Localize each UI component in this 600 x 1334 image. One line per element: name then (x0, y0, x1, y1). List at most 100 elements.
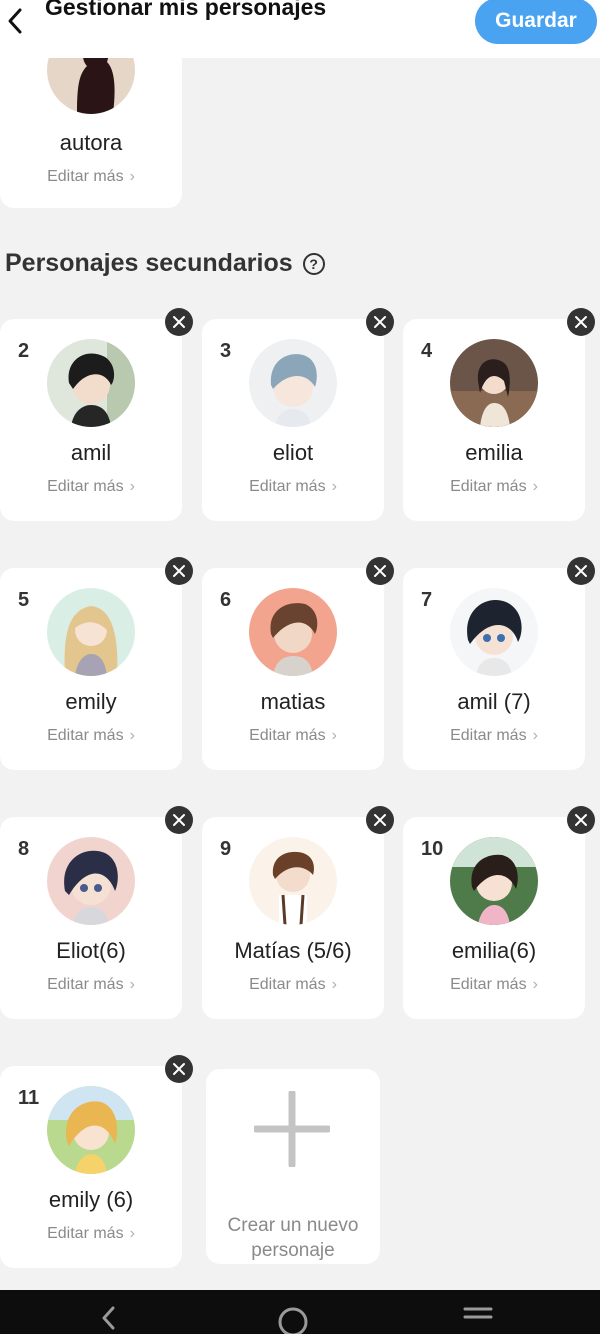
save-button[interactable]: Guardar (475, 0, 597, 44)
remove-character-button[interactable] (165, 557, 193, 585)
chevron-right-icon: › (532, 976, 538, 993)
chevron-right-icon: › (532, 478, 538, 495)
character-card[interactable]: 2 amil Editar más › (0, 319, 182, 521)
avatar (450, 837, 538, 925)
edit-more-label: Editar más (47, 976, 124, 993)
close-icon (173, 316, 185, 328)
character-card[interactable]: 5 emily Editar más › (0, 568, 182, 770)
nav-menu-button[interactable] (458, 1306, 498, 1334)
edit-more-label: Editar más (47, 168, 124, 185)
character-name: autora (59, 130, 123, 155)
nav-home-button[interactable] (273, 1306, 313, 1334)
edit-more-link[interactable]: Editar más › (202, 478, 384, 496)
edit-more-link[interactable]: Editar más › (202, 976, 384, 994)
character-card[interactable]: 6 matias Editar más › (202, 568, 384, 770)
edit-more-label: Editar más (450, 478, 527, 495)
character-card[interactable]: 3 eliot Editar más › (202, 319, 384, 521)
remove-character-button[interactable] (567, 806, 595, 834)
avatar (47, 837, 135, 925)
edit-more-link[interactable]: Editar más › (403, 727, 585, 745)
character-number: 5 (18, 589, 30, 611)
character-card[interactable]: 11 emily (6) Editar más › (0, 1066, 182, 1268)
character-number: 11 (18, 1087, 40, 1109)
avatar (47, 1086, 135, 1174)
chevron-left-icon (8, 8, 22, 34)
plus-icon (254, 1091, 330, 1167)
chevron-right-icon: › (129, 976, 135, 993)
edit-more-link[interactable]: Editar más › (0, 976, 182, 994)
avatar (249, 339, 337, 427)
avatar (450, 588, 538, 676)
home-circle-icon (278, 1307, 308, 1334)
character-number: 8 (18, 838, 30, 860)
chevron-right-icon: › (129, 168, 135, 185)
avatar (47, 339, 135, 427)
avatar (249, 588, 337, 676)
menu-icon (463, 1307, 493, 1319)
nav-back-button[interactable] (88, 1306, 128, 1334)
chevron-right-icon: › (331, 478, 337, 495)
character-card[interactable]: 9 Matías (5/6) Editar más › (202, 817, 384, 1019)
character-card[interactable]: 10 emilia(6) Editar más › (403, 817, 585, 1019)
close-icon (575, 316, 587, 328)
edit-more-label: Editar más (249, 976, 326, 993)
edit-more-label: Editar más (450, 976, 527, 993)
section-title: Personajes secundarios ? (5, 249, 325, 278)
edit-more-label: Editar más (249, 727, 326, 744)
character-number: 7 (421, 589, 433, 611)
edit-more-link[interactable]: Editar más › (0, 727, 182, 745)
remove-character-button[interactable] (366, 806, 394, 834)
avatar (47, 588, 135, 676)
page-title: Gestionar mis personajes (45, 0, 327, 20)
close-icon (374, 316, 386, 328)
character-name: emily (6) (48, 1187, 134, 1212)
character-name: emilia (465, 440, 523, 465)
character-number: 9 (220, 838, 232, 860)
chevron-right-icon: › (129, 727, 135, 744)
remove-character-button[interactable] (165, 1055, 193, 1083)
edit-more-label: Editar más (47, 727, 124, 744)
top-bar: Gestionar mis personajes Guardar (0, 0, 600, 58)
edit-more-link[interactable]: Editar más › (202, 727, 384, 745)
chevron-right-icon: › (331, 727, 337, 744)
character-name: amil (70, 440, 112, 465)
character-name: Matías (5/6) (234, 938, 352, 963)
character-number: 6 (220, 589, 232, 611)
edit-more-label: Editar más (249, 478, 326, 495)
avatar (450, 339, 538, 427)
remove-character-button[interactable] (567, 308, 595, 336)
remove-character-button[interactable] (165, 308, 193, 336)
edit-more-label: Editar más (47, 478, 124, 495)
character-name: emily (65, 689, 117, 714)
remove-character-button[interactable] (366, 557, 394, 585)
avatar (249, 837, 337, 925)
remove-character-button[interactable] (366, 308, 394, 336)
edit-more-link[interactable]: Editar más › (403, 976, 585, 994)
character-name: matias (260, 689, 326, 714)
character-card[interactable]: 4 emilia Editar más › (403, 319, 585, 521)
close-icon (173, 1063, 185, 1075)
character-name: Eliot(6) (56, 938, 126, 963)
remove-character-button[interactable] (567, 557, 595, 585)
edit-more-link[interactable]: Editar más › (0, 478, 182, 496)
character-name: emilia(6) (451, 938, 537, 963)
remove-character-button[interactable] (165, 806, 193, 834)
edit-more-link[interactable]: Editar más › (0, 1225, 182, 1243)
character-number: 2 (18, 340, 30, 362)
question-icon[interactable]: ? (302, 252, 325, 275)
chevron-left-icon (102, 1306, 115, 1330)
character-number: 4 (421, 340, 433, 362)
character-name: eliot (272, 440, 314, 465)
edit-more-link[interactable]: Editar más › (403, 478, 585, 496)
chevron-right-icon: › (532, 727, 538, 744)
section-title-label: Personajes secundarios (5, 249, 293, 277)
create-character-button[interactable]: Crear un nuevo personaje (206, 1069, 380, 1264)
system-navigation-bar (0, 1290, 600, 1334)
chevron-right-icon: › (129, 478, 135, 495)
character-card[interactable]: 8 Eliot(6) Editar más › (0, 817, 182, 1019)
edit-more-link[interactable]: Editar más › (0, 168, 182, 186)
chevron-right-icon: › (331, 976, 337, 993)
back-button[interactable] (0, 4, 30, 38)
close-icon (575, 814, 587, 826)
character-card[interactable]: 7 amil (7) Editar más › (403, 568, 585, 770)
